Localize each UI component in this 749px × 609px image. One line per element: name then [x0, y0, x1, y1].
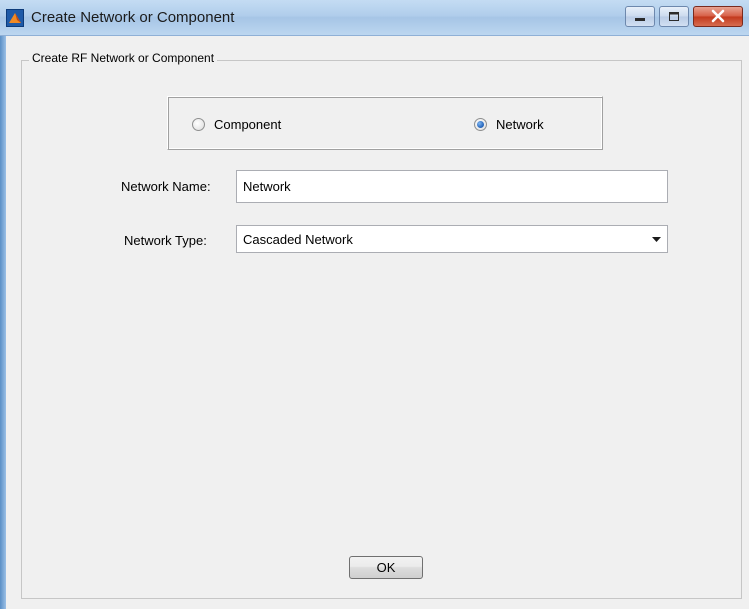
network-type-dropdown[interactable]: Cascaded Network — [236, 225, 668, 253]
radio-checked-icon[interactable] — [474, 117, 487, 131]
network-name-input[interactable] — [236, 170, 668, 203]
close-icon — [711, 9, 725, 23]
ok-button[interactable]: OK — [349, 556, 423, 579]
network-name-label: Network Name: — [121, 179, 211, 194]
minimize-icon — [635, 18, 645, 21]
component-radio[interactable]: Component — [192, 116, 281, 132]
minimize-button[interactable] — [625, 6, 655, 27]
close-button[interactable] — [693, 6, 743, 27]
network-type-value: Cascaded Network — [243, 232, 353, 247]
chevron-down-icon[interactable] — [648, 229, 665, 249]
window-frame-edge — [0, 36, 6, 609]
group-box-label: Create RF Network or Component — [29, 51, 218, 65]
network-type-label: Network Type: — [124, 233, 207, 248]
maximize-button[interactable] — [659, 6, 689, 27]
maximize-icon — [669, 12, 679, 21]
title-bar[interactable]: Create Network or Component — [0, 0, 749, 36]
network-radio[interactable]: Network — [474, 116, 544, 132]
window-title: Create Network or Component — [31, 9, 235, 26]
dialog-window: Create Network or Component Create RF Ne… — [0, 0, 749, 609]
radio-unchecked-icon[interactable] — [192, 117, 205, 131]
component-radio-label[interactable]: Component — [214, 117, 281, 132]
network-radio-label[interactable]: Network — [496, 117, 544, 132]
matlab-icon — [6, 9, 24, 27]
